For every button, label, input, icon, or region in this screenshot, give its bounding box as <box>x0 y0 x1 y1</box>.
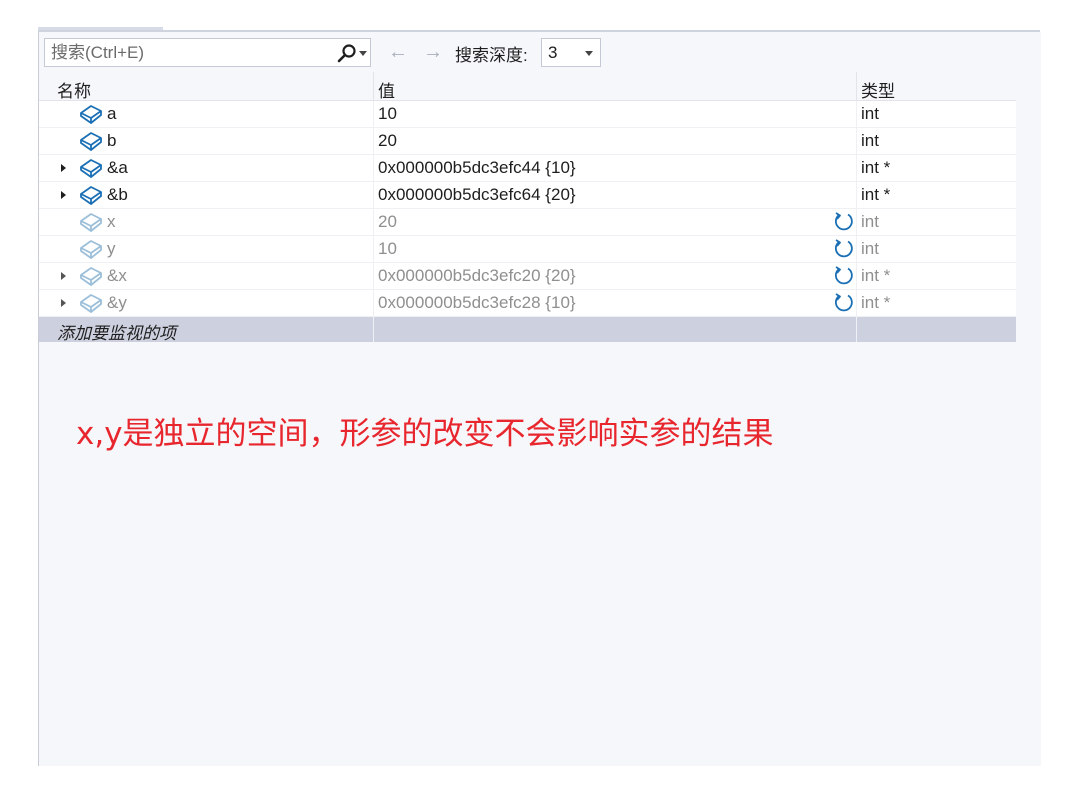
variable-name: &b <box>107 185 128 204</box>
column-header-name[interactable]: 名称 <box>57 77 91 102</box>
column-divider[interactable] <box>373 72 374 100</box>
variable-value[interactable]: 10 <box>378 104 397 124</box>
column-divider <box>856 236 857 262</box>
annotation-text: x,y是独立的空间，形参的改变不会影响实参的结果 <box>76 416 774 452</box>
watch-row[interactable]: &x 0x000000b5dc3efc20 {20} int * <box>39 263 1016 290</box>
column-header-type[interactable]: 类型 <box>861 77 895 102</box>
column-divider <box>373 290 374 316</box>
column-divider <box>856 182 857 208</box>
refresh-icon[interactable] <box>833 238 855 260</box>
variable-name: &y <box>107 293 127 312</box>
variable-name: &a <box>107 158 128 177</box>
watch-row[interactable]: a 10 int <box>39 101 1016 128</box>
search-depth-value: 3 <box>548 43 558 62</box>
search-input[interactable] <box>45 39 331 66</box>
variable-type: int * <box>861 293 891 312</box>
forward-arrow-icon[interactable]: → <box>423 40 443 64</box>
variable-name: a <box>107 104 117 123</box>
column-divider[interactable] <box>856 72 857 100</box>
variable-type: int <box>861 239 879 258</box>
variable-icon <box>80 267 102 286</box>
variable-name: y <box>107 239 116 258</box>
refresh-icon[interactable] <box>833 211 855 233</box>
column-divider <box>373 209 374 235</box>
variable-icon <box>80 105 102 124</box>
column-header-value[interactable]: 值 <box>378 77 395 102</box>
watch-rows: a 10 int b 20 int &a 0x000000b5dc3efc44 {10} int… <box>39 101 1016 317</box>
watch-row[interactable]: &a 0x000000b5dc3efc44 {10} int * <box>39 155 1016 182</box>
watch-row[interactable]: y 10 int <box>39 236 1016 263</box>
variable-name: x <box>107 212 116 231</box>
variable-type: int <box>861 104 879 123</box>
search-box[interactable] <box>44 38 371 67</box>
expand-arrow-icon[interactable] <box>61 272 66 280</box>
search-depth-select[interactable]: 3 <box>541 38 601 67</box>
column-divider <box>373 236 374 262</box>
variable-type: int * <box>861 185 891 204</box>
column-divider <box>373 263 374 289</box>
watch-toolbar: ← → 搜索深度: 3 <box>39 32 1041 72</box>
variable-value[interactable]: 0x000000b5dc3efc44 {10} <box>378 158 576 178</box>
chevron-down-icon[interactable] <box>359 51 367 56</box>
column-divider <box>373 128 374 154</box>
column-divider <box>856 209 857 235</box>
variable-icon <box>80 186 102 205</box>
variable-name: &x <box>107 266 127 285</box>
expand-arrow-icon[interactable] <box>61 164 66 172</box>
expand-arrow-icon[interactable] <box>61 191 66 199</box>
variable-value[interactable]: 20 <box>378 212 397 232</box>
column-divider <box>856 101 857 127</box>
variable-value[interactable]: 0x000000b5dc3efc64 {20} <box>378 185 576 205</box>
column-divider <box>373 101 374 127</box>
variable-value[interactable]: 0x000000b5dc3efc20 {20} <box>378 266 576 286</box>
column-divider <box>856 317 857 342</box>
column-divider <box>856 128 857 154</box>
column-divider <box>373 155 374 181</box>
add-watch-label[interactable]: 添加要监视的项 <box>57 319 176 344</box>
variable-icon <box>80 213 102 232</box>
variable-icon <box>80 159 102 178</box>
watch-row[interactable]: &b 0x000000b5dc3efc64 {20} int * <box>39 182 1016 209</box>
variable-type: int * <box>861 266 891 285</box>
column-divider <box>856 155 857 181</box>
variable-icon <box>80 240 102 259</box>
column-divider <box>856 263 857 289</box>
variable-type: int <box>861 212 879 231</box>
watch-row[interactable]: &y 0x000000b5dc3efc28 {10} int * <box>39 290 1016 317</box>
refresh-icon[interactable] <box>833 292 855 314</box>
variable-value[interactable]: 0x000000b5dc3efc28 {10} <box>378 293 576 313</box>
refresh-icon[interactable] <box>833 265 855 287</box>
watch-grid: 名称 值 类型 a 10 int b 20 int &a 0x000000b5dc3efc44… <box>39 72 1016 344</box>
column-divider <box>856 290 857 316</box>
column-divider <box>373 182 374 208</box>
watch-window: ← → 搜索深度: 3 名称 值 类型 a 10 int b 20 int&a 0x0000… <box>38 32 1041 766</box>
search-depth-label: 搜索深度: <box>455 46 528 65</box>
add-watch-row[interactable]: 添加要监视的项 <box>39 317 1016 344</box>
variable-icon <box>80 132 102 151</box>
watch-row[interactable]: x 20 int <box>39 209 1016 236</box>
search-icon[interactable] <box>336 43 358 63</box>
variable-name: b <box>107 131 117 150</box>
variable-value[interactable]: 20 <box>378 131 397 151</box>
watch-row[interactable]: b 20 int <box>39 128 1016 155</box>
grid-header: 名称 值 类型 <box>39 72 1016 101</box>
variable-type: int * <box>861 158 891 177</box>
back-arrow-icon[interactable]: ← <box>388 40 408 64</box>
variable-value[interactable]: 10 <box>378 239 397 259</box>
expand-arrow-icon[interactable] <box>61 299 66 307</box>
variable-type: int <box>861 131 879 150</box>
column-divider <box>373 317 374 342</box>
variable-icon <box>80 294 102 313</box>
chevron-down-icon[interactable] <box>585 51 593 56</box>
